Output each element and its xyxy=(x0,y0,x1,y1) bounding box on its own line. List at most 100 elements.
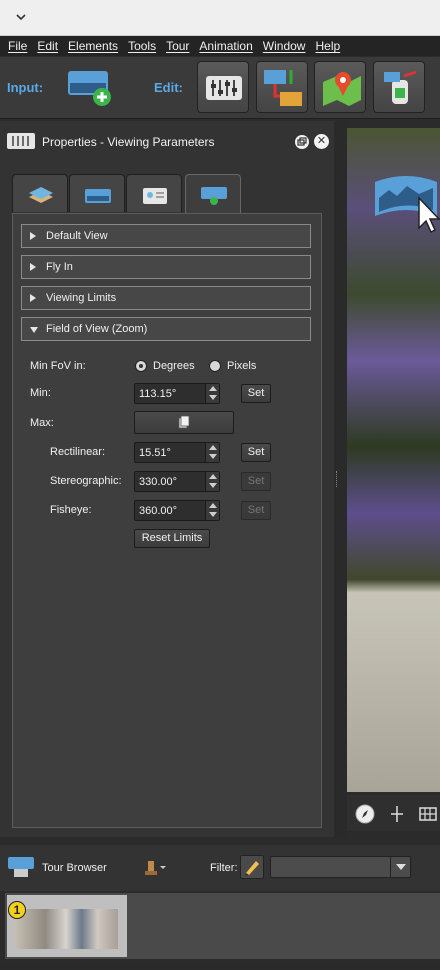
spin-arrows[interactable] xyxy=(205,501,219,520)
output-button[interactable] xyxy=(373,61,425,113)
main-toolbar: Input: Edit: xyxy=(0,57,440,119)
section-field-of-view[interactable]: Field of View (Zoom) xyxy=(21,317,311,341)
compass-icon[interactable] xyxy=(355,804,375,824)
set-rectilinear-button[interactable]: Set xyxy=(241,443,271,462)
collapse-arrow-icon xyxy=(30,327,38,333)
properties-title: Properties - Viewing Parameters xyxy=(42,135,215,149)
properties-header: Properties - Viewing Parameters ✕ xyxy=(0,121,334,161)
section-fly-in[interactable]: Fly In xyxy=(21,255,311,279)
spin-arrows[interactable] xyxy=(205,384,219,403)
tab-panorama[interactable] xyxy=(69,174,125,212)
panorama-icon xyxy=(85,189,111,203)
fisheye-spinbox[interactable]: 360.00° xyxy=(134,500,220,521)
min-fov-in-label: Min FoV in: xyxy=(30,360,86,372)
id-card-icon xyxy=(143,188,167,204)
tour-thumbnail-strip xyxy=(5,893,440,959)
splitter-grip[interactable] xyxy=(336,471,339,487)
stereographic-spinbox[interactable]: 330.00° xyxy=(134,471,220,492)
pencil-icon xyxy=(245,861,259,876)
drag-panorama-icon xyxy=(375,176,440,234)
tab-layers[interactable] xyxy=(12,174,68,212)
set-fisheye-button[interactable]: Set xyxy=(241,501,271,520)
section-default-view[interactable]: Default View xyxy=(21,224,311,248)
thumbnail-image xyxy=(14,909,118,949)
stamp-dropdown-icon[interactable] xyxy=(142,857,166,877)
pixels-label: Pixels xyxy=(227,360,257,372)
close-icon[interactable]: ✕ xyxy=(314,134,329,149)
menu-elements[interactable]: Elements xyxy=(68,39,118,53)
output-icon xyxy=(384,70,417,104)
fisheye-value: 360.00° xyxy=(139,505,178,517)
window-titlebar xyxy=(0,0,440,36)
min-fov-value: 113.15° xyxy=(139,388,177,400)
float-panel-icon[interactable] xyxy=(295,135,309,149)
panel-splitter[interactable] xyxy=(334,121,347,837)
section-label: Fly In xyxy=(46,261,73,273)
fisheye-label: Fisheye: xyxy=(50,504,92,516)
view-panorama-icon xyxy=(201,187,227,205)
stereographic-label: Stereographic: xyxy=(50,475,122,487)
map-editor-button[interactable] xyxy=(314,61,366,113)
menu-tools[interactable]: Tools xyxy=(128,39,156,53)
min-fov-spinbox[interactable]: 113.15° xyxy=(134,383,220,404)
filter-label: Filter: xyxy=(210,862,238,874)
degrees-label: Degrees xyxy=(153,360,195,372)
section-label: Field of View (Zoom) xyxy=(46,323,148,335)
grid-icon[interactable] xyxy=(419,807,437,821)
crosshair-icon[interactable] xyxy=(390,806,404,822)
chevron-down-icon[interactable] xyxy=(14,10,28,24)
section-label: Default View xyxy=(46,230,108,242)
reset-limits-button[interactable]: Reset Limits xyxy=(134,529,210,548)
expand-arrow-icon xyxy=(30,232,36,240)
rectilinear-value: 15.51° xyxy=(139,447,171,459)
edit-label: Edit: xyxy=(154,80,183,95)
spin-arrows[interactable] xyxy=(205,443,219,462)
menu-help[interactable]: Help xyxy=(315,39,340,53)
menu-file[interactable]: File xyxy=(8,39,27,53)
menu-window[interactable]: Window xyxy=(263,39,306,53)
sliders-icon xyxy=(7,133,35,149)
set-stereographic-button[interactable]: Set xyxy=(241,472,271,491)
menu-tour[interactable]: Tour xyxy=(166,39,189,53)
section-label: Viewing Limits xyxy=(46,292,117,304)
tour-browser-bar: Tour Browser Filter: xyxy=(0,845,440,891)
spin-arrows[interactable] xyxy=(205,472,219,491)
rectilinear-label: Rectilinear: xyxy=(50,446,106,458)
tour-browser-title: Tour Browser xyxy=(42,862,107,874)
section-viewing-limits[interactable]: Viewing Limits xyxy=(21,286,311,310)
stereographic-value: 330.00° xyxy=(139,476,178,488)
linking-editor-button[interactable] xyxy=(256,61,308,113)
rectilinear-spinbox[interactable]: 15.51° xyxy=(134,442,220,463)
filter-edit-button[interactable] xyxy=(240,855,264,879)
copy-max-button[interactable] xyxy=(134,411,234,434)
tab-viewing-parameters[interactable] xyxy=(185,174,241,215)
copy-icon xyxy=(178,415,190,429)
viewing-parameters-content: Default View Fly In Viewing Limits Field… xyxy=(12,213,322,828)
min-label: Min: xyxy=(30,387,51,399)
degrees-radio[interactable] xyxy=(135,360,147,372)
map-pin-icon xyxy=(323,72,361,106)
expand-arrow-icon xyxy=(30,294,36,302)
link-panoramas-icon xyxy=(264,70,302,106)
menu-bar: File Edit Elements Tools Tour Animation … xyxy=(0,36,440,56)
add-panorama-icon xyxy=(68,71,111,106)
panorama-thumbnail[interactable] xyxy=(7,895,127,957)
menu-edit[interactable]: Edit xyxy=(37,39,58,53)
panorama-viewer[interactable] xyxy=(347,128,440,792)
chevron-down-icon[interactable] xyxy=(390,857,410,877)
menu-animation[interactable]: Animation xyxy=(199,39,252,53)
layers-icon xyxy=(29,187,53,203)
bottom-strip xyxy=(0,962,440,970)
filter-combobox[interactable] xyxy=(270,856,411,878)
expand-arrow-icon xyxy=(30,263,36,271)
max-label: Max: xyxy=(30,417,54,429)
properties-panel: Properties - Viewing Parameters ✕ Defaul… xyxy=(0,121,334,837)
input-label: Input: xyxy=(7,80,44,95)
thumbnail-number-badge: 1 xyxy=(8,901,26,919)
set-min-button[interactable]: Set xyxy=(241,384,271,403)
pixels-radio[interactable] xyxy=(209,360,221,372)
add-panorama-button[interactable] xyxy=(62,61,114,113)
viewing-parameters-button[interactable] xyxy=(197,61,249,113)
tour-browser-icon xyxy=(8,857,34,877)
tab-info[interactable] xyxy=(126,174,182,212)
